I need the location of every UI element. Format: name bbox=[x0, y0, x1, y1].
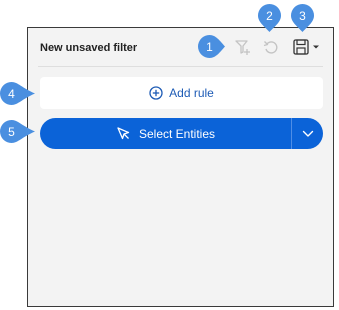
select-entities-label: Select Entities bbox=[138, 126, 216, 141]
screenshot-stage: New unsaved filter Add rule Select Entit… bbox=[0, 0, 339, 310]
save-button[interactable] bbox=[292, 38, 320, 56]
select-entities-button[interactable]: Select Entities bbox=[40, 118, 291, 149]
callout-3-label: 3 bbox=[299, 8, 306, 23]
header-divider bbox=[38, 66, 323, 67]
callout-5: 5 bbox=[0, 120, 35, 143]
callout-1: 1 bbox=[198, 35, 225, 58]
save-dropdown-icon bbox=[313, 45, 319, 49]
callout-1-label: 1 bbox=[206, 39, 213, 54]
callout-3: 3 bbox=[291, 4, 314, 32]
cursor-icon bbox=[117, 127, 130, 140]
save-icon bbox=[293, 39, 309, 55]
add-filter-icon bbox=[235, 40, 250, 55]
select-entities-dropdown[interactable] bbox=[292, 118, 323, 149]
callout-4-label: 4 bbox=[8, 86, 15, 101]
add-filter-button[interactable] bbox=[234, 38, 252, 56]
chevron-down-icon bbox=[302, 130, 313, 137]
select-entities-control: Select Entities bbox=[40, 118, 323, 149]
filter-panel: New unsaved filter Add rule Select Entit… bbox=[27, 27, 334, 307]
callout-5-label: 5 bbox=[8, 124, 15, 139]
undo-icon bbox=[263, 41, 278, 54]
callout-2: 2 bbox=[258, 4, 281, 32]
callout-4: 4 bbox=[0, 82, 35, 105]
undo-button[interactable] bbox=[262, 38, 280, 56]
plus-circle-icon bbox=[149, 86, 163, 100]
callout-marker-icon bbox=[198, 35, 225, 58]
filter-title: New unsaved filter bbox=[40, 42, 138, 54]
callout-marker-icon bbox=[0, 82, 35, 105]
callout-marker-icon bbox=[0, 120, 35, 143]
callout-2-label: 2 bbox=[266, 8, 273, 23]
add-rule-label: Add rule bbox=[169, 86, 214, 100]
add-rule-button[interactable]: Add rule bbox=[40, 77, 323, 109]
